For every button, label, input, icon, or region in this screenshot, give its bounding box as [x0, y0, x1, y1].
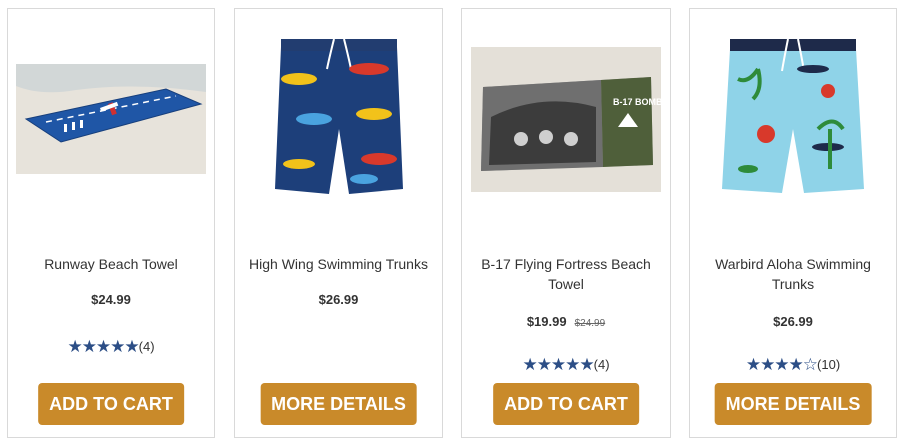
more-details-button[interactable]: MORE DETAILS [714, 383, 872, 425]
current-price: $24.99 [91, 292, 131, 307]
product-name[interactable]: B-17 Flying Fortress Beach Towel [472, 254, 660, 294]
more-details-button[interactable]: MORE DETAILS [260, 383, 417, 425]
current-price: $26.99 [318, 292, 359, 307]
review-count: (4) [138, 339, 155, 354]
product-image[interactable] [8, 9, 214, 229]
swim-trunks-image [274, 38, 403, 194]
product-rating[interactable]: ★★★★★(4) [462, 355, 670, 375]
product-image[interactable] [690, 9, 896, 229]
review-count: (10) [817, 357, 841, 372]
review-count: (4) [593, 357, 610, 372]
product-price: $26.99 [690, 314, 896, 329]
b17-towel-image: B-17 BOMBER [471, 46, 661, 192]
product-name[interactable]: High Wing Swimming Trunks [245, 254, 432, 274]
product-card: Warbird Aloha Swimming Trunks $26.99 ★★★… [689, 8, 897, 438]
product-image[interactable]: B-17 BOMBER [462, 9, 670, 229]
badge-text: B-17 BOMBER [613, 97, 661, 107]
product-name[interactable]: Warbird Aloha Swimming Trunks [700, 254, 886, 294]
runway-towel-image [16, 64, 206, 174]
original-price: $24.99 [574, 318, 606, 329]
product-card: High Wing Swimming Trunks $26.99 MORE DE… [234, 8, 443, 438]
product-rating[interactable]: ★★★★☆(10) [690, 355, 896, 375]
product-price: $26.99 [235, 292, 442, 307]
current-price: $19.99 [526, 314, 567, 329]
product-card: Runway Beach Towel $24.99 ★★★★★(4) ADD T… [7, 8, 215, 438]
product-image[interactable] [235, 9, 442, 229]
star-rating-icon: ★★★★★ [522, 355, 594, 374]
product-rating[interactable]: ★★★★★(4) [8, 337, 214, 357]
add-to-cart-button[interactable]: ADD TO CART [38, 383, 184, 425]
product-price: $19.99 $24.99 [462, 314, 670, 329]
star-rating-icon: ★★★★★ [67, 337, 139, 356]
add-to-cart-button[interactable]: ADD TO CART [493, 383, 639, 425]
product-name[interactable]: Runway Beach Towel [18, 254, 204, 274]
product-card: B-17 BOMBER B-17 Flying Fortress Beach T… [461, 8, 671, 438]
product-price: $24.99 [8, 292, 214, 307]
star-rating-icon: ★★★★☆ [745, 355, 818, 374]
current-price: $26.99 [773, 314, 813, 329]
aloha-trunks-image [722, 38, 864, 193]
product-grid: Runway Beach Towel $24.99 ★★★★★(4) ADD T… [0, 0, 905, 447]
